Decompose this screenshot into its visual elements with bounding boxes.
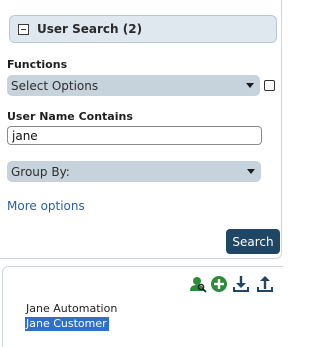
list-item-selected[interactable]: Jane Customer [25, 317, 109, 331]
more-options-link[interactable]: More options [7, 199, 85, 213]
username-input[interactable] [7, 126, 262, 145]
group-by-select-value: Group By: [11, 164, 70, 179]
user-search-icon[interactable] [189, 275, 207, 293]
add-icon[interactable] [210, 275, 228, 293]
download-icon[interactable] [232, 275, 250, 293]
chevron-down-icon [246, 83, 254, 88]
collapse-icon[interactable] [18, 23, 29, 35]
functions-checkbox[interactable] [264, 80, 275, 91]
upload-icon[interactable] [256, 275, 274, 293]
functions-select[interactable]: Select Options [7, 75, 260, 96]
search-button[interactable]: Search [226, 229, 280, 254]
search-panel: User Search (2) Functions Select Options… [0, 0, 282, 259]
search-section-header[interactable]: User Search (2) [9, 15, 277, 43]
chevron-down-icon [247, 169, 255, 174]
functions-label: Functions [7, 58, 68, 71]
group-by-select[interactable]: Group By: [7, 161, 261, 182]
list-item[interactable]: Jane Automation [26, 302, 117, 315]
functions-select-value: Select Options [11, 78, 99, 93]
section-title: User Search (2) [37, 22, 143, 36]
username-label: User Name Contains [7, 110, 133, 123]
